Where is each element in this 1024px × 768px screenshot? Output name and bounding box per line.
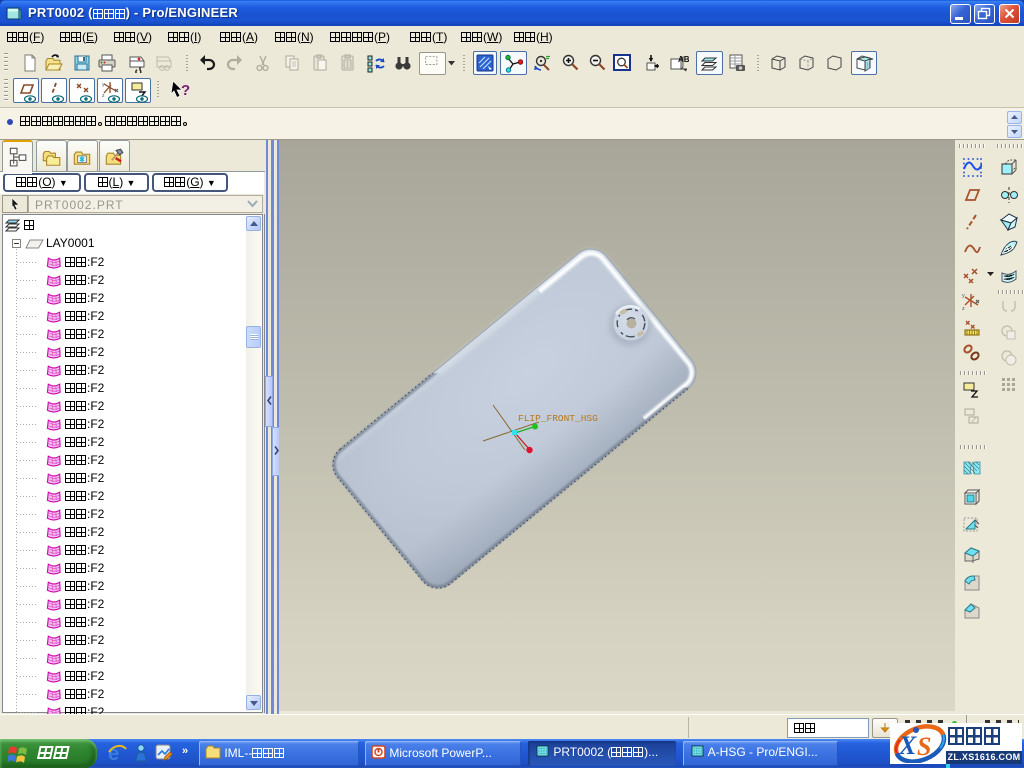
- svg-text:y: y: [962, 293, 965, 299]
- svg-text:FLIP_FRONT_HSG: FLIP_FRONT_HSG: [518, 413, 598, 424]
- svg-text:X: X: [898, 731, 917, 760]
- svg-text:?: ?: [181, 82, 190, 99]
- svg-text:S: S: [917, 732, 931, 761]
- svg-text:z: z: [102, 93, 105, 99]
- svg-text:z: z: [962, 306, 965, 311]
- svg-text:AB: AB: [678, 55, 689, 64]
